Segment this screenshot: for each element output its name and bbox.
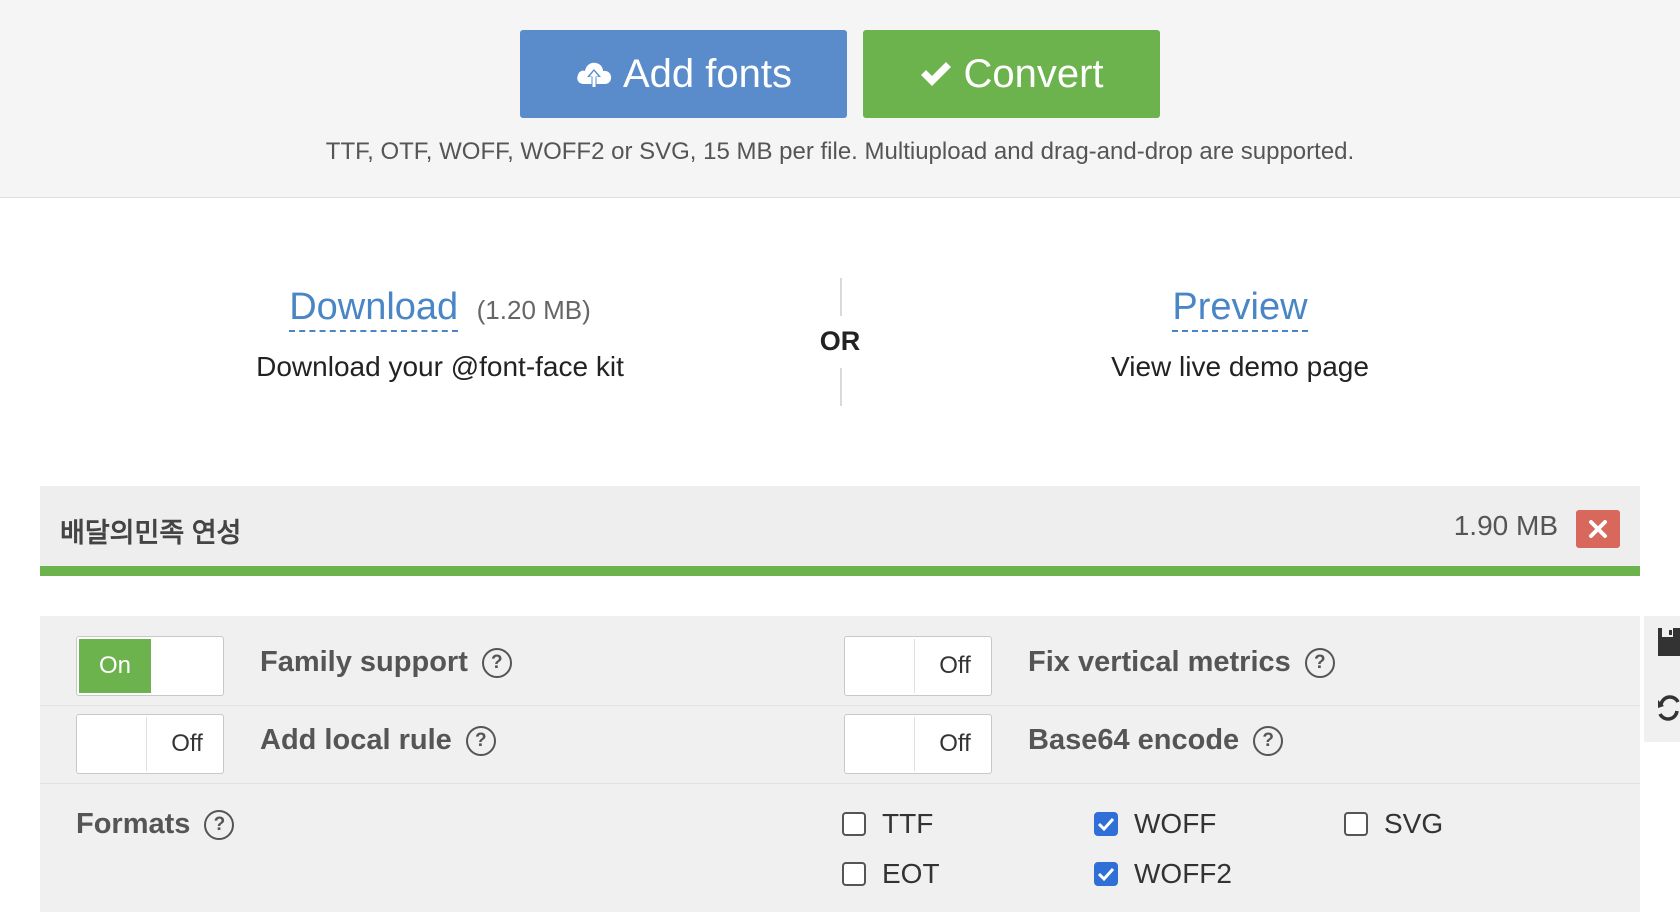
family-support-toggle[interactable]: On	[76, 636, 224, 696]
format-label: SVG	[1384, 808, 1444, 839]
close-icon	[1589, 520, 1607, 538]
download-section: Download (1.20 MB) Download your @font-f…	[200, 286, 680, 383]
upload-hint: TTF, OTF, WOFF, WOFF2 or SVG, 15 MB per …	[325, 138, 1355, 165]
checkbox-unchecked[interactable]	[842, 812, 866, 836]
add-local-rule-option: Add local rule ?	[260, 724, 496, 757]
family-support-option: Family support ?	[260, 646, 512, 679]
fix-vertical-metrics-label: Fix vertical metrics	[1028, 646, 1291, 678]
refresh-icon[interactable]	[1658, 694, 1680, 722]
format-label: EOT	[882, 858, 940, 889]
checkbox-unchecked[interactable]	[842, 862, 866, 886]
convert-button[interactable]: Convert	[863, 30, 1160, 118]
format-woff-checkbox[interactable]: WOFF	[1094, 808, 1216, 840]
formats-option: Formats ?	[76, 808, 235, 841]
add-local-rule-toggle[interactable]: Off	[76, 714, 224, 774]
preview-description: View live demo page	[1111, 351, 1369, 382]
conversion-progress-bar	[40, 566, 1640, 576]
checkmark-icon	[1097, 817, 1115, 832]
help-icon[interactable]: ?	[481, 647, 512, 678]
format-label: TTF	[882, 808, 934, 839]
toggle-knob	[847, 717, 915, 771]
download-link[interactable]: Download	[289, 286, 459, 332]
base64-encode-option: Base64 encode ?	[1028, 724, 1284, 757]
toggle-off-state: Off	[939, 730, 971, 757]
checkbox-checked[interactable]	[1094, 862, 1118, 886]
toggle-knob	[847, 639, 915, 693]
format-svg-checkbox[interactable]: SVG	[1344, 808, 1443, 840]
toggle-on-state: On	[79, 639, 151, 693]
preview-link[interactable]: Preview	[1172, 286, 1308, 332]
base64-encode-toggle[interactable]: Off	[844, 714, 992, 774]
toggle-off-state: Off	[171, 730, 203, 757]
checkmark-icon	[1097, 867, 1115, 882]
format-ttf-checkbox[interactable]: TTF	[842, 808, 933, 840]
add-fonts-button[interactable]: Add fonts	[520, 30, 847, 118]
preview-section: Preview View live demo page	[1000, 286, 1480, 383]
convert-label: Convert	[963, 51, 1104, 96]
toggle-knob	[79, 717, 147, 771]
add-local-rule-label: Add local rule	[260, 724, 452, 756]
font-file-size: 1.90 MB	[1453, 510, 1558, 541]
row-divider	[40, 783, 1640, 784]
or-separator: OR	[819, 326, 861, 356]
format-label: WOFF2	[1134, 858, 1232, 889]
font-file-row: 배달의민족 연성 1.90 MB	[40, 486, 1640, 566]
fix-vertical-metrics-option: Fix vertical metrics ?	[1028, 646, 1335, 679]
base64-encode-label: Base64 encode	[1028, 724, 1240, 756]
font-file-name: 배달의민족 연성	[60, 518, 242, 548]
side-tools	[1644, 616, 1680, 742]
or-divider-bottom	[840, 368, 842, 406]
add-fonts-label: Add fonts	[622, 51, 792, 96]
help-icon[interactable]: ?	[465, 725, 496, 756]
format-label: WOFF	[1134, 808, 1217, 839]
download-description: Download your @font-face kit	[256, 351, 624, 382]
row-divider	[40, 705, 1640, 706]
help-icon[interactable]: ?	[1304, 647, 1335, 678]
family-support-label: Family support	[260, 646, 468, 678]
toggle-off-state: Off	[939, 652, 971, 679]
cloud-upload-icon	[575, 58, 613, 90]
checkbox-checked[interactable]	[1094, 812, 1118, 836]
help-icon[interactable]: ?	[1253, 725, 1284, 756]
format-woff2-checkbox[interactable]: WOFF2	[1094, 858, 1232, 890]
help-icon[interactable]: ?	[204, 809, 235, 840]
options-panel: On Family support ? Off Fix vertical met…	[40, 616, 1640, 912]
checkmark-icon	[919, 59, 953, 89]
checkbox-unchecked[interactable]	[1344, 812, 1368, 836]
download-size: (1.20 MB)	[476, 295, 591, 325]
format-eot-checkbox[interactable]: EOT	[842, 858, 940, 890]
upload-bar: Add fonts Convert TTF, OTF, WOFF, WOFF2 …	[0, 0, 1680, 198]
save-icon[interactable]	[1658, 628, 1680, 656]
or-divider-top	[840, 278, 842, 316]
fix-vertical-metrics-toggle[interactable]: Off	[844, 636, 992, 696]
remove-file-button[interactable]	[1576, 510, 1620, 548]
formats-label: Formats	[76, 808, 191, 840]
